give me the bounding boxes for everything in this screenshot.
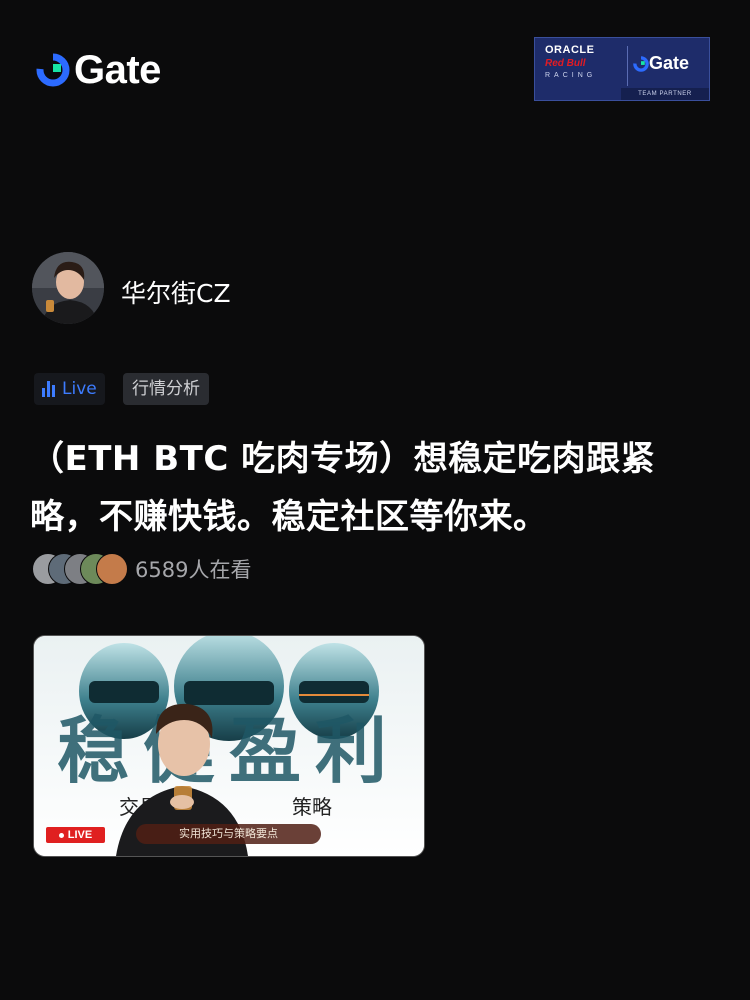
viewer-count: 6589人在看: [135, 558, 252, 582]
partner-gate-text: Gate: [649, 53, 690, 73]
thumbnail-art: 稳健盈利 交易 策略: [34, 636, 424, 856]
live-badge-label: LIVE: [67, 829, 93, 841]
gate-mini-icon: [633, 55, 649, 72]
live-dot-icon: [58, 832, 64, 838]
partner-gate-logo: Gate: [633, 53, 689, 74]
thumbnail-big-text: 稳健盈利: [57, 709, 401, 793]
category-tag[interactable]: 行情分析: [123, 373, 209, 405]
live-tag: Live: [34, 373, 105, 405]
gate-logo-icon: [36, 53, 70, 87]
live-badge: LIVE: [46, 827, 105, 843]
stream-title: （ETH BTC 吃肉专场）想稳定吃肉跟紧略，不赚快钱。稳定社区等你来。: [30, 439, 656, 537]
thumbnail-caption: 实用技巧与策略要点: [136, 824, 321, 844]
live-bars-icon: [42, 381, 55, 397]
redbull-text: Red Bull: [545, 58, 586, 69]
team-partner-badge: ORACLE Red Bull RACING Gate TEAM PARTNER: [534, 37, 710, 101]
viewer-avatars: [32, 553, 128, 585]
racing-text: RACING: [545, 72, 597, 79]
oracle-text: ORACLE: [545, 44, 595, 56]
live-tag-label: Live: [62, 379, 97, 399]
thumbnail-sub-right: 策略: [292, 795, 332, 819]
streamer-username[interactable]: 华尔街CZ: [121, 274, 231, 310]
team-partner-label: TEAM PARTNER: [621, 88, 709, 100]
streamer-avatar[interactable]: [32, 252, 104, 324]
viewer-avatar: [96, 553, 128, 585]
viewer-row: 6589人在看: [32, 553, 251, 585]
partner-divider: [627, 46, 628, 86]
gate-logo: Gate: [36, 50, 161, 90]
gate-logo-text: Gate: [74, 48, 161, 92]
stream-thumbnail[interactable]: 稳健盈利 交易 策略 LIVE 实用技巧与策略要点: [33, 635, 425, 857]
